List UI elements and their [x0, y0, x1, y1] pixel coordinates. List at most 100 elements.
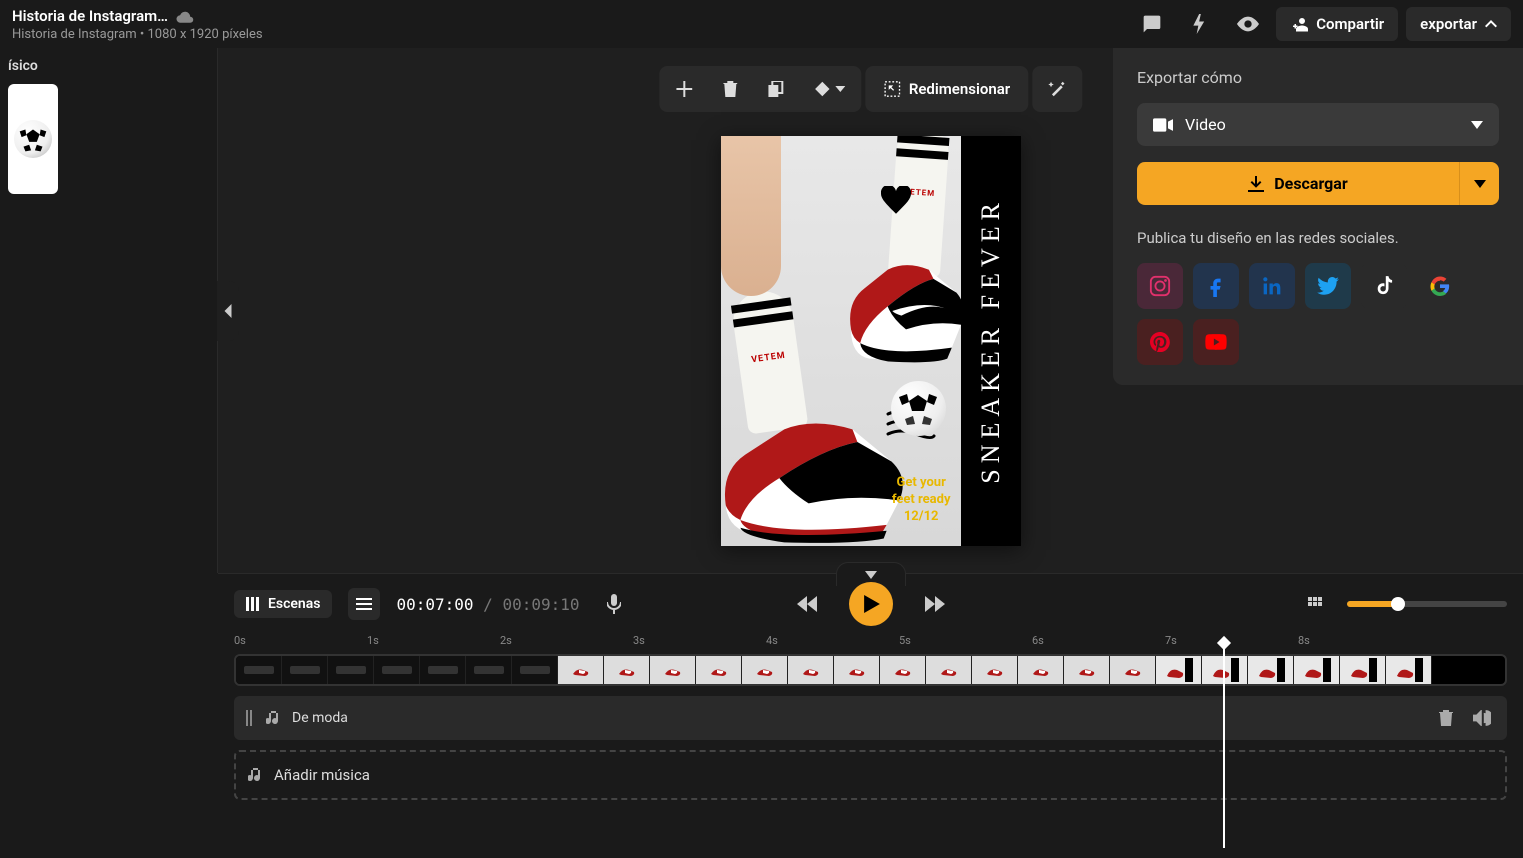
video-icon [1153, 118, 1173, 132]
clip-frame [834, 656, 880, 684]
sidebar-title: ísico [8, 58, 209, 74]
add-music-button[interactable]: Añadir música [234, 750, 1507, 800]
left-sidebar: ísico [0, 48, 218, 573]
volume-button[interactable] [1469, 706, 1495, 730]
ruler-tick: 5s [899, 634, 911, 647]
resize-button[interactable]: Redimensionar [869, 70, 1024, 108]
clip-frame [282, 656, 328, 684]
clip-frame [466, 656, 512, 684]
play-button[interactable] [849, 582, 893, 626]
play-icon [864, 595, 880, 613]
clip-frame [236, 656, 282, 684]
chevron-down-icon [835, 86, 845, 92]
bolt-button[interactable] [1180, 6, 1220, 42]
format-label: Video [1185, 115, 1226, 134]
zoom-slider[interactable] [1347, 601, 1507, 607]
ruler-tick: 2s [500, 634, 512, 647]
clip-frame [788, 656, 834, 684]
heart-icon [881, 186, 911, 214]
ruler-tick: 6s [1032, 634, 1044, 647]
rewind-button[interactable] [789, 586, 825, 622]
scenes-label: Escenas [268, 596, 320, 612]
clip-frame [1202, 656, 1248, 684]
clip-frame [650, 656, 696, 684]
audio-track-label: De moda [292, 710, 1423, 726]
social-title: Publica tu diseño en las redes sociales. [1137, 229, 1499, 247]
grid-view-button[interactable] [1299, 588, 1331, 620]
social-linkedin-button[interactable] [1249, 263, 1295, 309]
add-music-label: Añadir música [274, 766, 370, 784]
music-note-icon [248, 768, 262, 782]
document-subtitle: Historia de Instagram • 1080 x 1920 píxe… [12, 27, 1132, 42]
delete-audio-button[interactable] [1435, 706, 1457, 730]
cloud-sync-icon [176, 9, 194, 23]
social-youtube-button[interactable] [1193, 319, 1239, 365]
collapse-sidebar-button[interactable] [217, 281, 239, 341]
share-button[interactable]: Compartir [1276, 7, 1398, 41]
chevron-down-icon [1471, 121, 1483, 129]
export-panel: Exportar cómo Video Descargar Publica tu… [1113, 48, 1523, 385]
clip-frame [742, 656, 788, 684]
music-note-icon [266, 711, 280, 725]
clip-frame [328, 656, 374, 684]
clip-frame [1386, 656, 1432, 684]
export-label: exportar [1420, 15, 1477, 33]
ruler-tick: 0s [234, 634, 246, 647]
soccer-ball [891, 381, 946, 436]
clip-frame [512, 656, 558, 684]
audio-track[interactable]: De moda [234, 696, 1507, 740]
magic-button[interactable] [1036, 70, 1078, 108]
design-canvas[interactable]: VETEM VETEM [721, 136, 1021, 546]
asset-thumbnail[interactable] [8, 84, 58, 194]
mic-button[interactable] [596, 586, 632, 622]
document-title[interactable]: Historia de Instagram… [12, 7, 168, 25]
clip-frame [1294, 656, 1340, 684]
social-facebook-button[interactable] [1193, 263, 1239, 309]
user-plus-icon [1290, 16, 1308, 32]
scenes-button[interactable]: Escenas [234, 590, 332, 618]
comment-button[interactable] [1132, 6, 1172, 42]
clip-frame [558, 656, 604, 684]
delete-button[interactable] [709, 70, 751, 108]
clip-frame [1018, 656, 1064, 684]
ruler-tick: 7s [1165, 634, 1177, 647]
clip-frame [420, 656, 466, 684]
download-button[interactable]: Descargar [1137, 162, 1459, 205]
clip-frame [1340, 656, 1386, 684]
social-instagram-button[interactable] [1137, 263, 1183, 309]
format-select[interactable]: Video [1137, 103, 1499, 146]
export-button[interactable]: exportar [1406, 7, 1511, 41]
resize-label: Redimensionar [909, 80, 1010, 98]
social-tiktok-button[interactable] [1361, 263, 1407, 309]
clip-frame [374, 656, 420, 684]
playhead[interactable] [1223, 644, 1225, 848]
duplicate-button[interactable] [755, 70, 797, 108]
social-twitter-button[interactable] [1305, 263, 1351, 309]
list-icon [356, 598, 372, 610]
canvas-toolbar: Redimensionar [659, 56, 1082, 122]
video-track[interactable] [234, 654, 1507, 686]
ruler-tick: 3s [633, 634, 645, 647]
fast-forward-button[interactable] [917, 586, 953, 622]
social-pinterest-button[interactable] [1137, 319, 1183, 365]
download-icon [1248, 176, 1264, 192]
social-google-button[interactable] [1417, 263, 1463, 309]
ruler-tick: 1s [367, 634, 379, 647]
clip-frame [696, 656, 742, 684]
preview-button[interactable] [1228, 6, 1268, 42]
download-options-button[interactable] [1459, 162, 1499, 205]
resize-icon [883, 80, 901, 98]
drag-handle-icon [246, 710, 254, 726]
list-view-button[interactable] [348, 588, 380, 620]
fill-button[interactable] [801, 70, 857, 108]
chevron-down-icon [864, 571, 878, 579]
add-button[interactable] [663, 70, 705, 108]
clip-frame [1110, 656, 1156, 684]
canvas-promo-text: Get your feet ready 12/12 [892, 475, 951, 526]
chevron-up-icon [1485, 20, 1497, 28]
timecode-display: 00:07:00 / 00:09:10 [396, 595, 579, 614]
clip-frame [1248, 656, 1294, 684]
download-label: Descargar [1274, 174, 1347, 193]
clip-frame [880, 656, 926, 684]
clip-frame [926, 656, 972, 684]
